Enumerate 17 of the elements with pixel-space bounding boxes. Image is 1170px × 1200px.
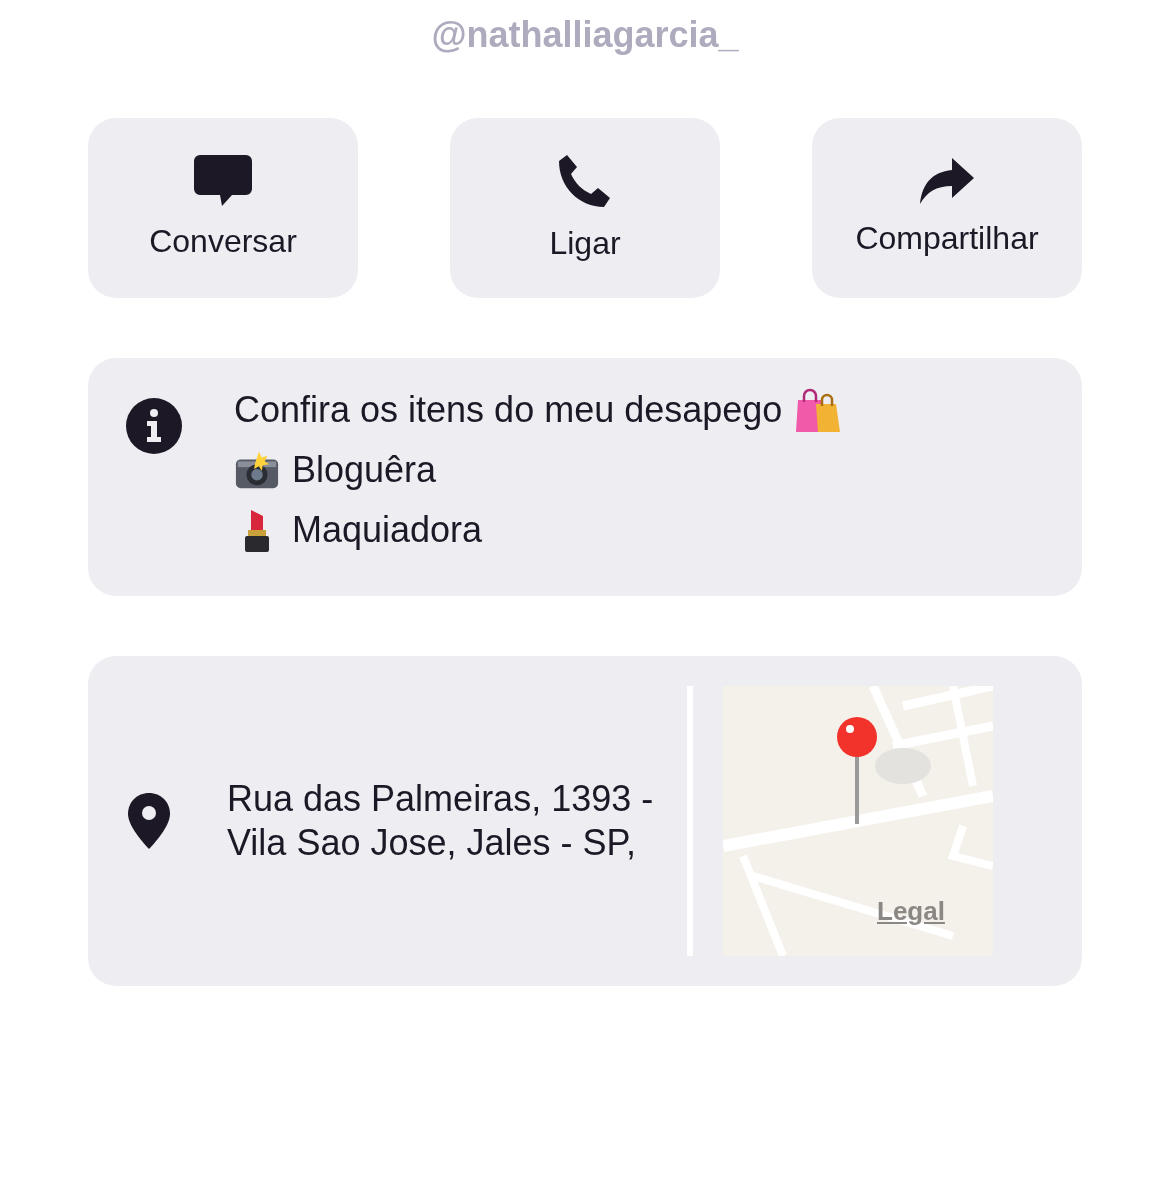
phone-icon (557, 153, 613, 209)
action-button[interactable]: Compartilhar (812, 118, 1082, 298)
shopping-bags-icon (794, 388, 841, 432)
action-button[interactable]: Ligar (450, 118, 720, 298)
bio-text: Maquiadora (292, 508, 483, 552)
map-pin-icon (836, 716, 878, 824)
action-button[interactable]: Conversar (88, 118, 358, 298)
username: @nathalliagarcia_ (431, 13, 739, 57)
info-icon (126, 398, 182, 454)
camera-flash-icon (234, 451, 280, 489)
share-arrow-icon (920, 158, 974, 204)
address-text: Vila Sao Jose, Jales - SP, (227, 821, 637, 865)
address-text: Rua das Palmeiras, 1393 - (227, 777, 655, 821)
bio-text: Bloguêra (292, 448, 437, 492)
chat-bubble-icon (194, 155, 252, 207)
bio-text: Confira os itens do meu desapego (234, 388, 783, 432)
location-pin-icon (128, 793, 170, 849)
